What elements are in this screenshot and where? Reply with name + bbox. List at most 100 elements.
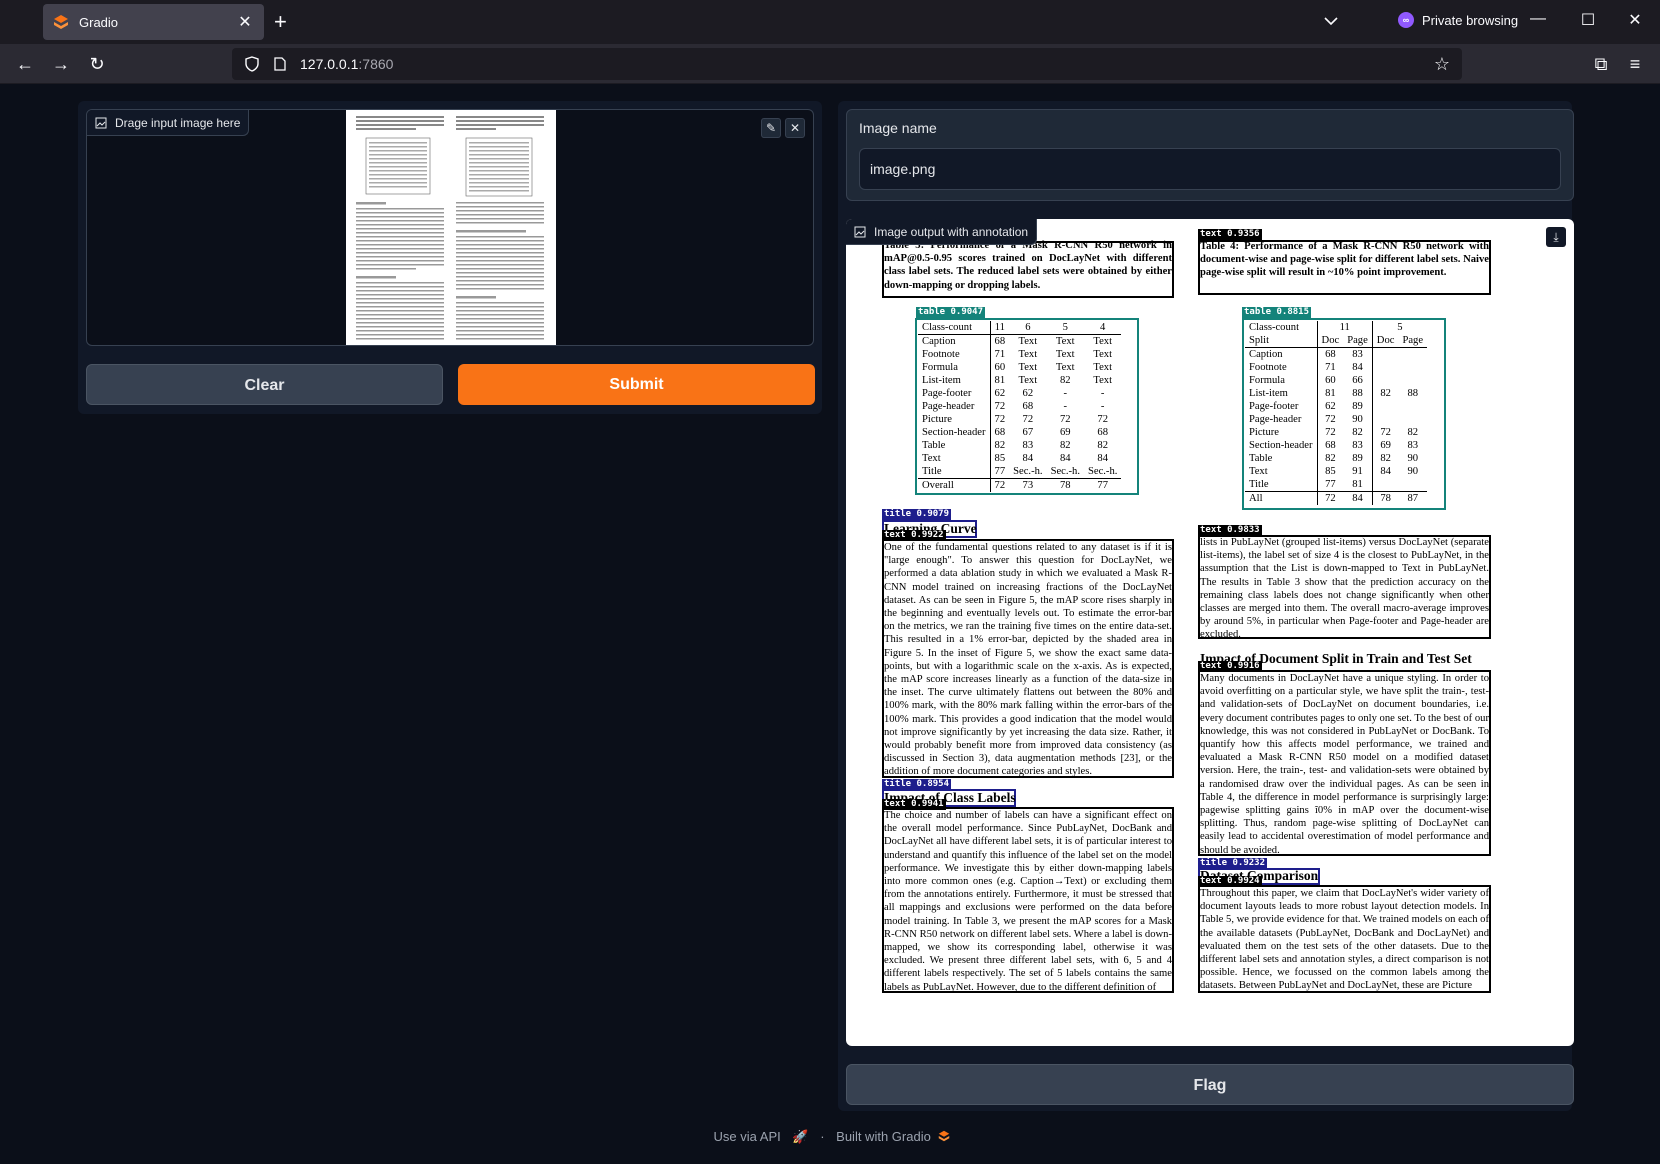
reload-icon[interactable]: ↻ [86, 53, 108, 75]
table-cell: 72 [989, 413, 1010, 426]
menu-icon[interactable]: ≡ [1624, 53, 1646, 75]
use-via-api-link[interactable]: Use via API [714, 1129, 781, 1144]
window-close-icon[interactable]: ✕ [1625, 10, 1645, 30]
private-browsing-indicator: ∞ Private browsing [1398, 12, 1518, 28]
table-row: Page-footer 62 89 [1245, 400, 1427, 413]
table-cell: 82 [1316, 452, 1344, 465]
table-cell: 83 [1352, 349, 1363, 360]
table-cell: Class-count [1249, 322, 1300, 333]
table-cell: - [1100, 388, 1105, 399]
table-cell: 6 [1009, 321, 1047, 335]
table-cell [1398, 413, 1427, 426]
table-row: List-item 81 Text 82 Text [918, 374, 1121, 387]
table-cell: Text [1093, 349, 1113, 360]
table-cell: 66 [1352, 375, 1363, 386]
text-document-split: Many documents in DocLayNet have a uniqu… [1200, 673, 1489, 854]
built-with-gradio-link[interactable]: Built with Gradio [836, 1129, 931, 1144]
table-row: Page-header 72 90 [1245, 413, 1427, 426]
remove-image-icon[interactable]: ✕ [785, 118, 805, 138]
table-row: Footnote 71 Text Text Text [918, 348, 1121, 361]
forward-icon[interactable]: → [50, 53, 72, 75]
table-cell: Section-header [1249, 440, 1313, 451]
table-cell: 90 [1407, 466, 1419, 477]
table-cell: 82 [1059, 440, 1071, 451]
table-cell: Overall [918, 478, 991, 492]
table-cell: Class-count [918, 321, 991, 335]
table-cell: 82 [989, 439, 1010, 452]
uploaded-image-thumbnail [346, 110, 556, 345]
tag-table-left: table 0.9047 [916, 307, 986, 318]
tab-close-icon[interactable]: ✕ [236, 12, 254, 32]
submit-button[interactable]: Submit [458, 364, 815, 405]
table-cell: 5 [1046, 321, 1084, 335]
table-row: Caption 68 Text Text Text [918, 334, 1121, 348]
tab-title: Gradio [79, 14, 119, 30]
table-cell: Caption [922, 336, 956, 347]
url-bar[interactable]: 127.0.0.1:7860 ☆ [232, 48, 1462, 80]
maximize-icon[interactable]: ☐ [1578, 10, 1598, 30]
table-cell: 89 [1352, 401, 1363, 412]
table-cell: All [1245, 491, 1318, 505]
table-header-row: Class-count 11 5 [1245, 321, 1428, 334]
table-cell: 83 [1352, 440, 1363, 451]
clear-button[interactable]: Clear [86, 364, 443, 405]
url-host: 127.0.0.1 [300, 56, 359, 72]
table-cell: 68 [1022, 401, 1034, 412]
table-cell: 81 [989, 374, 1010, 387]
table-row: Section-header 68 67 69 68 [918, 426, 1121, 439]
table-cell: 84 [1343, 491, 1373, 505]
footer-separator: · [820, 1129, 825, 1144]
table-cell: 11 [989, 321, 1010, 335]
table-cell: 72 [989, 400, 1010, 413]
tag-table-right: table 0.8815 [1242, 307, 1312, 318]
page-info-icon[interactable] [274, 57, 286, 71]
table-cell: Text [922, 453, 941, 464]
image-input-dropzone[interactable]: Drage input image here ✎ ✕ [86, 109, 814, 346]
image-icon [95, 117, 107, 128]
table-cell: 84 [1371, 465, 1399, 478]
table-cell: Text [1018, 349, 1038, 360]
list-all-tabs-icon[interactable] [1322, 12, 1340, 30]
flag-button[interactable]: Flag [846, 1064, 1574, 1105]
minimize-icon[interactable]: — [1528, 10, 1548, 28]
table-cell [1371, 478, 1399, 492]
table-row: Page-footer 62 62 - - [918, 387, 1121, 400]
table-total-row: All 72 84 78 87 [1245, 491, 1428, 505]
table-cell: Text [1055, 362, 1075, 373]
annotated-document: Table 3: Performance of a Mask R-CNN R50… [846, 219, 1574, 1046]
table-cell: 89 [1352, 453, 1363, 464]
table-subheader-row: Split Doc Page Doc Page [1245, 334, 1428, 348]
new-tab-icon[interactable]: + [274, 10, 287, 34]
browser-tab[interactable]: Gradio ✕ [43, 4, 264, 40]
caption-left: Table 3: Performance of a Mask R-CNN R50… [884, 240, 1172, 291]
edit-icon[interactable]: ✎ [761, 118, 781, 138]
table-cell: 72 [1097, 414, 1108, 425]
table-cell: - [1063, 388, 1068, 399]
extensions-icon[interactable]: ⧉ [1590, 53, 1612, 75]
download-icon[interactable]: ⤓ [1546, 227, 1566, 247]
table-cell: 68 [1316, 347, 1344, 361]
gradio-app: Drage input image here ✎ ✕ Clear Submit … [0, 84, 1660, 1164]
table-cell: 68 [989, 426, 1010, 439]
table-cell: List-item [1249, 388, 1288, 399]
table-cell: 72 [1059, 414, 1071, 425]
table-cell: 83 [1022, 440, 1034, 451]
table-cell: 82 [1352, 427, 1363, 438]
private-mask-icon: ∞ [1398, 12, 1414, 28]
shield-icon[interactable] [244, 56, 260, 72]
text-right-lists: lists in PubLayNet (grouped list-items) … [1200, 537, 1489, 638]
bookmark-star-icon[interactable]: ☆ [1434, 54, 1450, 75]
table-cell [1371, 400, 1399, 413]
url-port: :7860 [358, 56, 394, 72]
caption-right: Table 4: Performance of a Mask R-CNN R50… [1200, 241, 1489, 279]
table-cell: 71 [1316, 361, 1344, 374]
table-cell: Title [922, 466, 942, 477]
table-cell: 72 [1316, 426, 1344, 439]
table-cell: 90 [1352, 414, 1363, 425]
table-cell: 81 [1352, 479, 1363, 490]
image-input-label-text: Drage input image here [115, 115, 241, 130]
back-icon[interactable]: ← [14, 53, 36, 75]
table-cell: 84 [1352, 362, 1363, 373]
table-cell [1371, 361, 1399, 374]
image-name-field[interactable]: image.png [859, 148, 1561, 190]
